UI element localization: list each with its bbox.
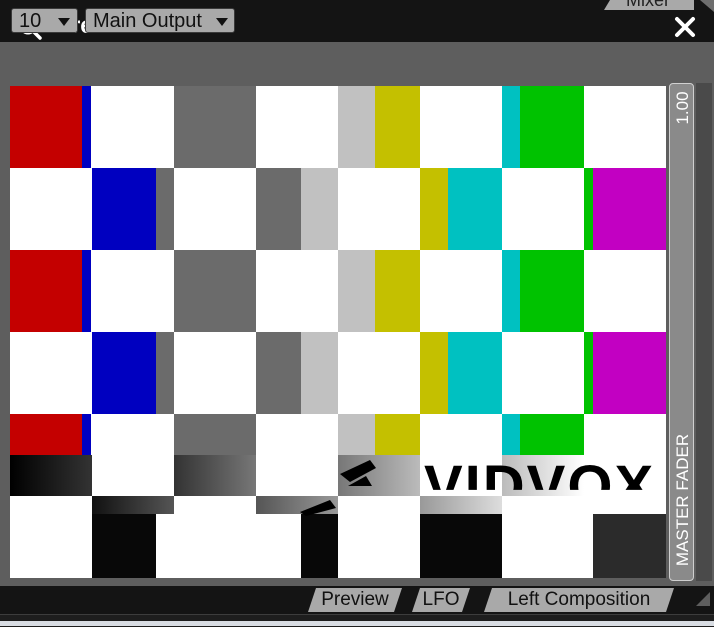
color-bar-light-gray: [338, 414, 375, 455]
tab-mixer-label: Mixer: [626, 0, 670, 10]
color-bar-blue: [82, 86, 91, 168]
checker-square: [92, 414, 174, 496]
chevron-down-icon: [58, 18, 70, 26]
tab-lfo-label: LFO: [422, 589, 460, 610]
close-icon[interactable]: [674, 16, 696, 38]
color-bar-gray: [156, 168, 174, 250]
color-bar-yellow: [375, 86, 420, 168]
color-bar-blue: [82, 414, 91, 455]
tab-mixer[interactable]: Mixer: [604, 0, 694, 10]
layer-select-dropdown[interactable]: 10: [11, 8, 78, 33]
tab-left-composition[interactable]: Left Composition: [484, 588, 674, 612]
color-bar-gray: [156, 332, 174, 414]
checker-square: [502, 496, 584, 578]
gradient-bar: [174, 455, 256, 496]
checker-square: [10, 496, 92, 578]
color-bar-light-gray: [301, 168, 338, 250]
color-bar-blue: [92, 332, 156, 414]
tab-lfo[interactable]: LFO: [412, 588, 470, 612]
color-bar-magenta: [593, 168, 666, 250]
color-bar-blue: [82, 250, 91, 332]
color-bar-cyan: [502, 86, 520, 168]
black-bar: [92, 514, 156, 578]
color-bar-cyan: [448, 168, 502, 250]
color-bar-gray: [174, 414, 256, 455]
output-select-dropdown[interactable]: Main Output: [85, 8, 235, 33]
black-bar: [420, 514, 502, 578]
fader-track-right: [696, 83, 712, 581]
color-bar-gray: [174, 86, 256, 168]
corner-resize-icon[interactable]: [700, 0, 714, 12]
fader-value-text: 1.00: [673, 91, 692, 125]
color-bar-cyan: [502, 250, 520, 332]
color-bar-green: [520, 250, 584, 332]
color-bar-light-gray: [301, 332, 338, 414]
color-bar-green: [584, 332, 593, 414]
logo-fragment: [300, 460, 376, 516]
color-bar-magenta: [593, 332, 666, 414]
color-bar-green: [520, 86, 584, 168]
color-bar-yellow: [375, 414, 420, 455]
color-bar-gray: [174, 250, 256, 332]
color-bar-red: [10, 86, 82, 168]
color-bar-red: [10, 414, 82, 455]
color-bar-yellow: [375, 250, 420, 332]
output-select-value: Main Output: [93, 10, 202, 32]
color-bar-blue: [92, 168, 156, 250]
fader-label: MASTER FADER: [672, 420, 694, 580]
color-bar-gray: [256, 332, 301, 414]
gradient-bar: [420, 496, 502, 514]
fader-label-text: MASTER FADER: [673, 433, 692, 567]
tab-left-composition-label: Left Composition: [507, 589, 651, 610]
color-bar-green: [584, 168, 593, 250]
color-bar-cyan: [448, 332, 502, 414]
black-bar: [301, 514, 338, 578]
color-bar-yellow: [420, 332, 448, 414]
checker-square: [174, 496, 256, 578]
tab-preview[interactable]: Preview: [308, 588, 402, 612]
gradient-bar: [10, 455, 92, 496]
controls-bar: [0, 42, 714, 80]
chevron-down-icon: [216, 18, 228, 26]
color-bar-yellow: [420, 168, 448, 250]
layer-select-value: 10: [19, 10, 42, 32]
resize-handle-icon[interactable]: [696, 592, 710, 606]
color-bar-red: [10, 250, 82, 332]
gradient-bar: [92, 496, 174, 514]
color-bar-light-gray: [338, 250, 375, 332]
color-bar-gray: [256, 168, 301, 250]
preview-canvas: VIDVOX: [10, 86, 666, 578]
tab-preview-label: Preview: [321, 589, 389, 610]
color-bar-cyan: [502, 414, 520, 455]
color-bar-light-gray: [338, 86, 375, 168]
fader-value: 1.00: [672, 84, 694, 132]
desktop-strip: [0, 621, 714, 626]
color-bar-green: [520, 414, 584, 455]
dark-gray-bar: [593, 514, 666, 578]
